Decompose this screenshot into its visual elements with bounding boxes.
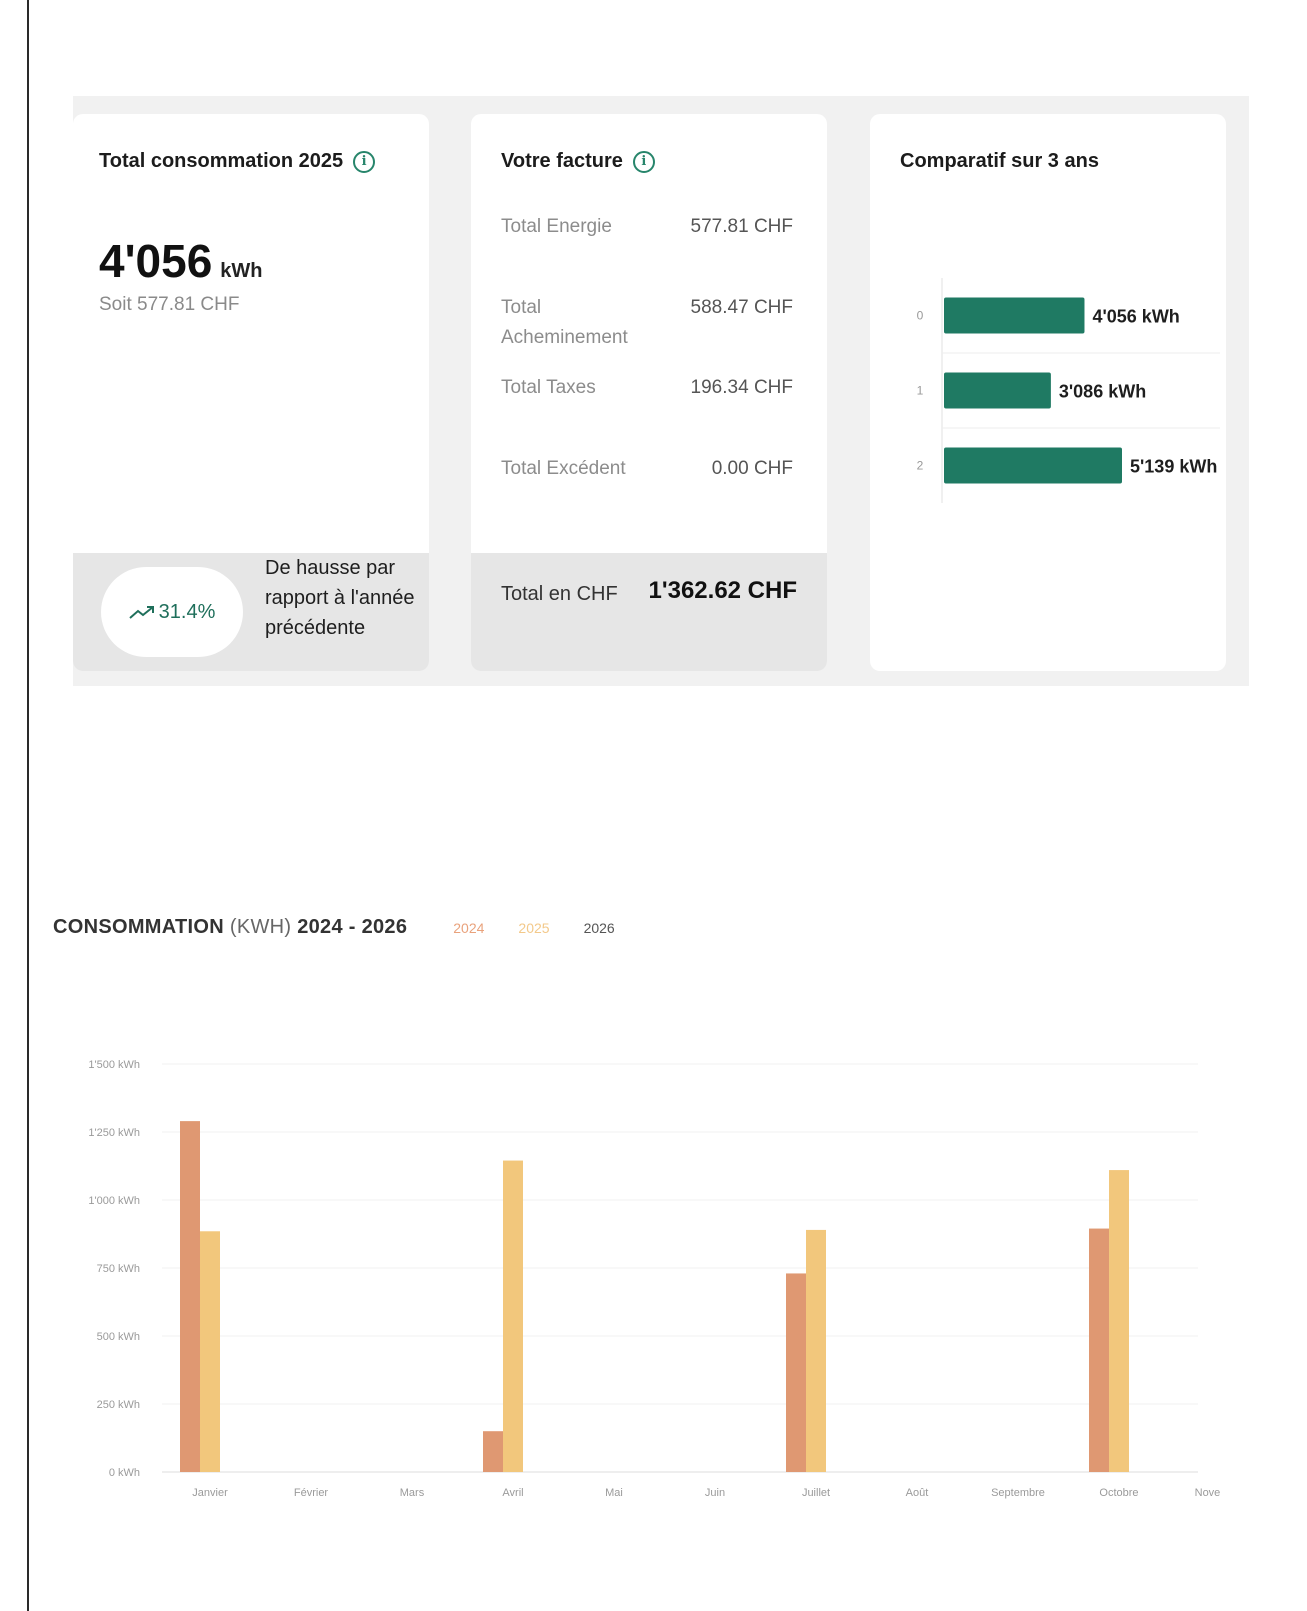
- bar-2024: [483, 1431, 503, 1472]
- bill-row-acheminement: Total Acheminement 588.47 CHF: [501, 293, 793, 353]
- x-tick-label: Juillet: [802, 1487, 830, 1499]
- bill-row-label: Total Excédent: [501, 458, 626, 479]
- bill-total-value: 1'362.62 CHF: [648, 577, 797, 604]
- consumption-chart-header: CONSOMMATION (KWH) 2024 - 2026 2024 2025…: [53, 916, 615, 939]
- bill-row-excedent: Total Excédent 0.00 CHF: [501, 454, 793, 484]
- bar-2025: [200, 1231, 220, 1472]
- bill-row-label: Total Acheminement: [501, 297, 628, 348]
- x-tick-label: Janvier: [192, 1487, 228, 1499]
- consumption-subtitle: Soit 577.81 CHF: [99, 294, 240, 315]
- category-label: 1: [917, 384, 924, 398]
- bill-row-label: Total Energie: [501, 216, 612, 237]
- chart-title-unit: (KWH): [229, 916, 292, 938]
- trend-value: 31.4%: [158, 600, 216, 623]
- bill-card: Votre facture i Total Energie 577.81 CHF…: [471, 114, 827, 671]
- bar-2024: [1089, 1228, 1109, 1472]
- data-label: 4'056 kWh: [1092, 307, 1179, 327]
- chart-title-main: CONSOMMATION: [53, 916, 224, 938]
- y-tick-label: 1'250 kWh: [88, 1127, 140, 1139]
- consumption-card-title: Total consommation 2025 i: [99, 150, 376, 173]
- x-tick-label: Avril: [502, 1487, 523, 1499]
- bar-2024: [786, 1273, 806, 1472]
- trend-badge: 31.4%: [101, 567, 243, 657]
- y-tick-label: 1'500 kWh: [88, 1059, 140, 1071]
- info-icon[interactable]: i: [632, 150, 655, 173]
- legend-item-2025[interactable]: 2025: [518, 920, 549, 936]
- category-label: 2: [917, 459, 924, 473]
- trend-up-icon: [128, 606, 154, 619]
- trend-footer: 31.4% De hausse par rapport à l'année pr…: [73, 553, 429, 671]
- info-icon[interactable]: i: [353, 150, 376, 173]
- comparison-bar: [944, 372, 1051, 409]
- bill-row-value: 0.00 CHF: [711, 458, 793, 479]
- x-tick-label: Juin: [705, 1487, 725, 1499]
- summary-cards-panel: Total consommation 2025 i 4'056 kWh Soit…: [73, 96, 1249, 686]
- consumption-title-text: Total consommation 2025: [99, 150, 344, 172]
- bill-row-label: Total Taxes: [501, 377, 596, 398]
- category-label: 0: [917, 309, 924, 323]
- y-tick-label: 250 kWh: [97, 1399, 140, 1411]
- bill-row-taxes: Total Taxes 196.34 CHF: [501, 373, 793, 403]
- consumption-value: 4'056 kWh: [99, 234, 263, 288]
- bar-2024: [180, 1121, 200, 1472]
- trend-description: De hausse par rapport à l'année précéden…: [265, 557, 415, 639]
- y-tick-label: 500 kWh: [97, 1331, 140, 1343]
- chart-legend: 2024 2025 2026: [453, 920, 614, 936]
- y-tick-label: 1'000 kWh: [88, 1195, 140, 1207]
- bill-row-value: 588.47 CHF: [690, 297, 793, 318]
- consumption-card: Total consommation 2025 i 4'056 kWh Soit…: [73, 114, 429, 671]
- x-tick-label: Août: [906, 1487, 929, 1499]
- comparison-chart: 0 4'056 kWh 1 3'086 kWh 2 5'139 kWh: [917, 278, 1220, 503]
- data-label: 3'086 kWh: [1059, 382, 1146, 402]
- bill-row-value: 196.34 CHF: [690, 377, 793, 398]
- y-tick-label: 750 kWh: [97, 1263, 140, 1275]
- bill-title-text: Votre facture: [501, 150, 623, 172]
- legend-item-2024[interactable]: 2024: [453, 920, 484, 936]
- bill-row-energie: Total Energie 577.81 CHF: [501, 212, 793, 242]
- x-tick-label: Mai: [605, 1487, 623, 1499]
- x-tick-label: Février: [294, 1487, 329, 1499]
- bill-total-footer: Total en CHF 1'362.62 CHF: [471, 553, 827, 671]
- bill-card-title: Votre facture i: [501, 150, 655, 173]
- x-tick-label: Septembre: [991, 1487, 1045, 1499]
- data-label: 5'139 kWh: [1130, 457, 1217, 477]
- x-tick-label: Mars: [400, 1487, 425, 1499]
- bill-total-label: Total en CHF: [501, 583, 618, 605]
- consumption-unit: kWh: [220, 260, 263, 282]
- bar-2025: [806, 1229, 826, 1472]
- bill-row-value: 577.81 CHF: [690, 216, 793, 237]
- bar-2025: [1109, 1170, 1129, 1472]
- bar-2025: [503, 1160, 523, 1472]
- chart-title-range: 2024 - 2026: [297, 916, 408, 938]
- consumption-bar-chart: 0 kWh 250 kWh 500 kWh 750 kWh 1'000 kWh 1'250…: [88, 1059, 1220, 1499]
- consumption-chart-title: CONSOMMATION (KWH) 2024 - 2026: [53, 916, 407, 939]
- comparison-bar: [944, 297, 1085, 334]
- x-tick-label: Octobre: [1099, 1487, 1138, 1499]
- y-tick-label: 0 kWh: [109, 1467, 140, 1479]
- legend-item-2026[interactable]: 2026: [584, 920, 615, 936]
- x-tick-label: Novembre: [1195, 1487, 1220, 1499]
- consumption-number: 4'056: [99, 235, 213, 287]
- comparison-card: Comparatif sur 3 ans 0 4'056 kWh 1 3'086 kW…: [870, 114, 1226, 671]
- comparison-bar: [944, 447, 1122, 484]
